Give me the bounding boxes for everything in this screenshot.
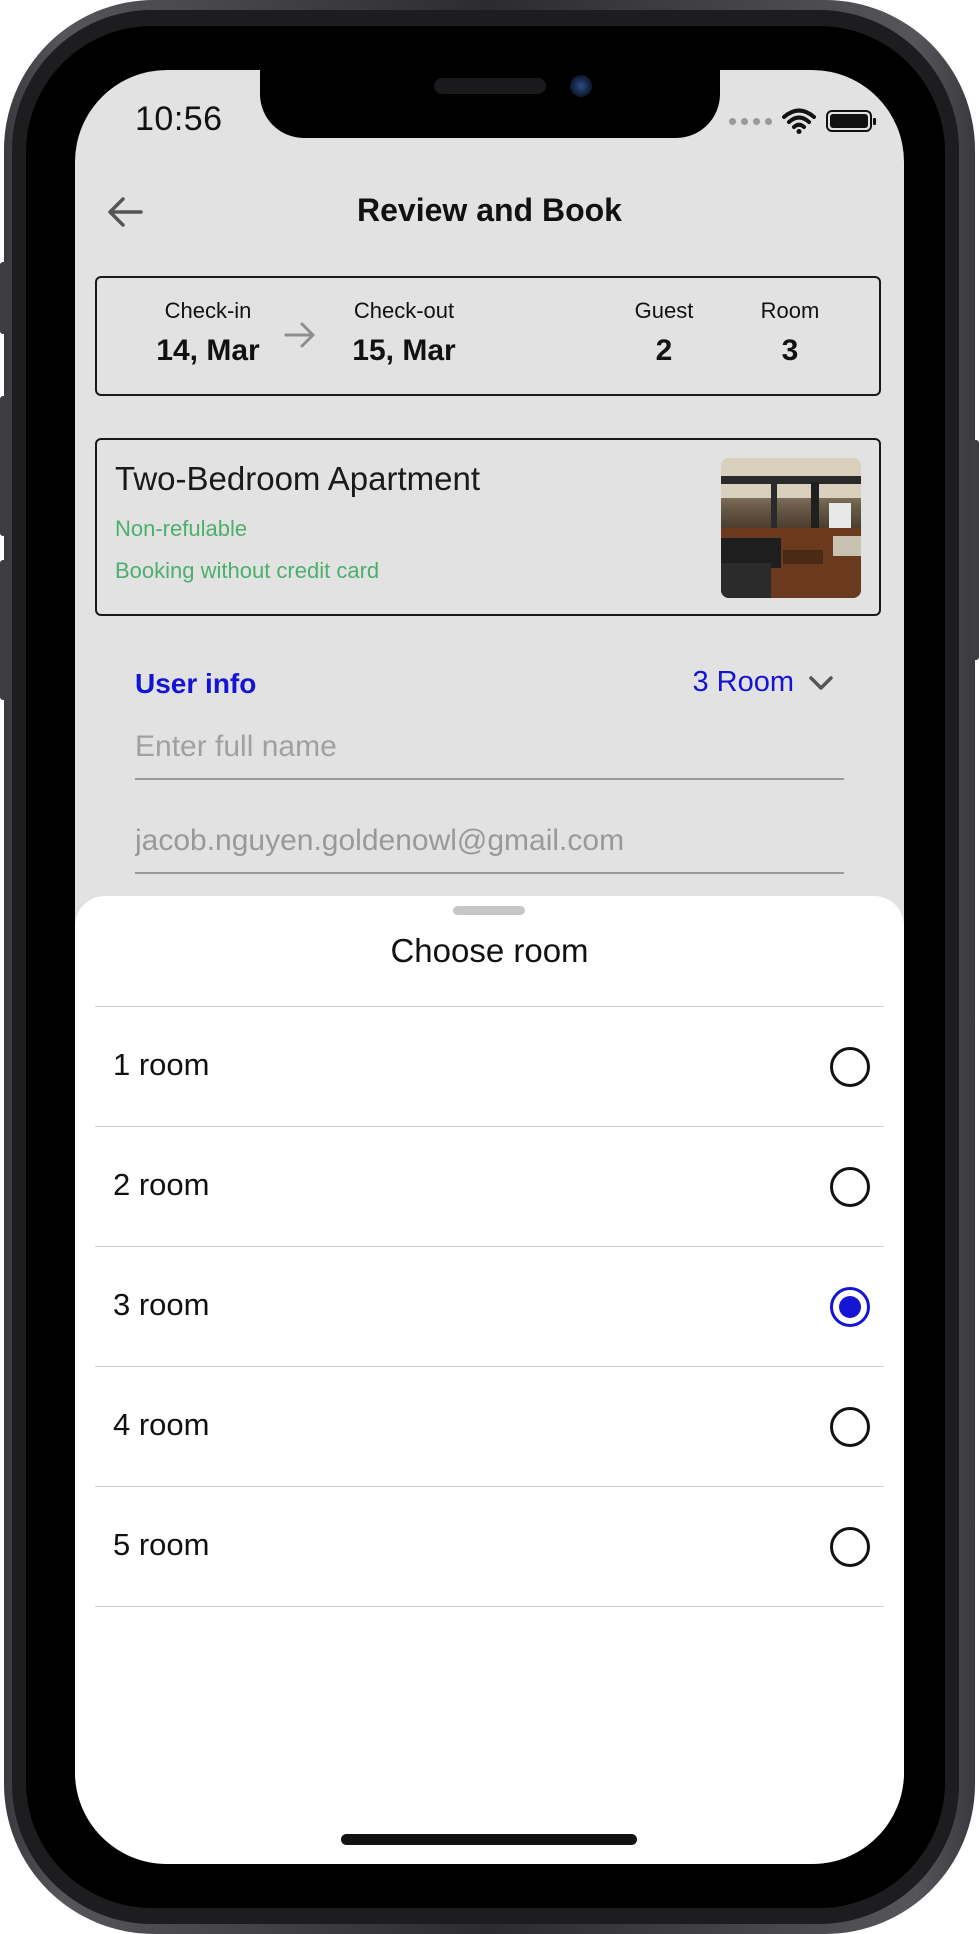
checkin-label: Check-in	[164, 298, 252, 323]
room-count-dropdown[interactable]: 3 Room	[692, 666, 834, 699]
room-value: 3	[781, 334, 799, 367]
room-option-5[interactable]: 5 room	[95, 1487, 884, 1607]
notch	[260, 70, 720, 138]
radio-button[interactable]	[830, 1527, 870, 1567]
full-name-input[interactable]	[135, 730, 844, 780]
room-count-value: 3 Room	[692, 666, 794, 698]
room-label: Room	[760, 298, 820, 323]
non-refundable-tag: Non-refulable	[115, 516, 248, 541]
battery-icon	[826, 110, 876, 132]
room-option-4[interactable]: 4 room	[95, 1367, 884, 1487]
booking-summary: Check-in 14, Mar Check-out 15, Mar Guest…	[95, 276, 881, 396]
no-credit-card-tag: Booking without credit card	[115, 558, 380, 583]
guest-label: Guest	[634, 298, 694, 323]
radio-button[interactable]	[830, 1167, 870, 1207]
page-title: Review and Book	[357, 192, 622, 228]
room-option-1[interactable]: 1 room	[95, 1007, 884, 1127]
user-info-heading: User info	[135, 668, 257, 699]
sheet-drag-handle[interactable]	[453, 906, 525, 915]
radio-button-selected[interactable]	[830, 1287, 870, 1327]
status-time: 10:56	[135, 100, 223, 138]
checkout-label: Check-out	[353, 298, 455, 323]
room-option-2[interactable]: 2 room	[95, 1127, 884, 1247]
front-camera	[570, 75, 592, 97]
volume-up-button	[0, 396, 8, 536]
chevron-down-icon	[809, 675, 833, 690]
room-option-list: 1 room 2 room 3 room 4 room 5 room	[95, 1006, 884, 1607]
email-input[interactable]	[135, 824, 844, 874]
status-icons	[729, 108, 876, 134]
guest-block: Guest 2	[619, 298, 709, 368]
screen: 10:56 Review and Book Check-in 14, Mar C…	[75, 70, 904, 1864]
speaker-grille	[434, 78, 546, 94]
checkin-value: 14, Mar	[156, 334, 260, 367]
room-option-label: 5 room	[113, 1527, 210, 1562]
guest-value: 2	[655, 334, 673, 367]
wifi-icon	[782, 108, 816, 134]
room-card: Two-Bedroom Apartment Non-refulable Book…	[95, 438, 881, 616]
room-option-label: 2 room	[113, 1167, 210, 1202]
home-indicator[interactable]	[341, 1834, 637, 1845]
room-option-label: 3 room	[113, 1287, 210, 1322]
arrow-right-icon	[284, 322, 315, 348]
radio-button[interactable]	[830, 1407, 870, 1447]
sheet-title: Choose room	[390, 932, 589, 969]
room-option-3[interactable]: 3 room	[95, 1247, 884, 1367]
room-photo	[721, 458, 861, 598]
checkout-block: Check-out 15, Mar	[329, 298, 479, 368]
room-option-label: 4 room	[113, 1407, 210, 1442]
choose-room-sheet: Choose room 1 room 2 room 3 room 4 room …	[75, 896, 904, 1864]
room-option-label: 1 room	[113, 1047, 210, 1082]
volume-down-button	[0, 560, 8, 700]
room-block: Room 3	[745, 298, 835, 368]
checkin-block: Check-in 14, Mar	[133, 298, 283, 368]
signal-icon	[729, 117, 772, 125]
power-button	[971, 440, 979, 660]
room-name: Two-Bedroom Apartment	[115, 460, 480, 497]
silent-switch	[0, 262, 8, 334]
checkout-value: 15, Mar	[352, 334, 456, 367]
radio-button[interactable]	[830, 1047, 870, 1087]
